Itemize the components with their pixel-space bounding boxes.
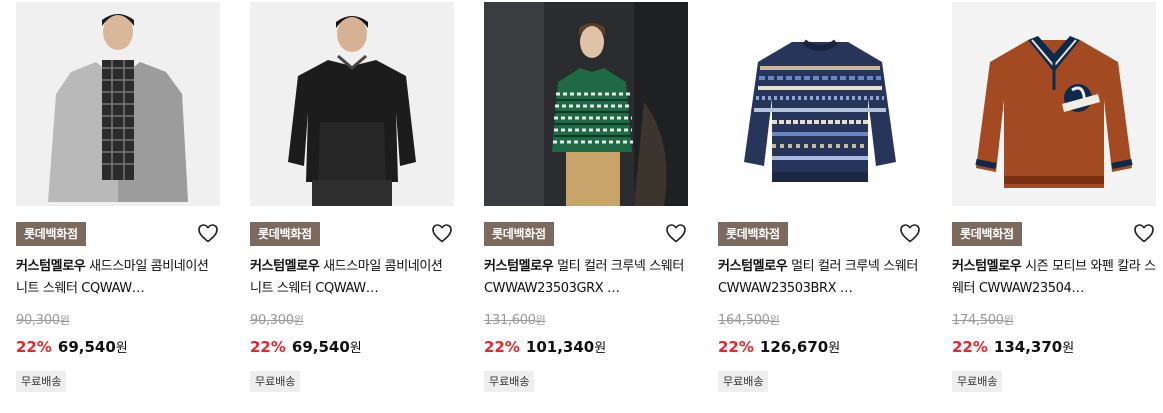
product-brand: 커스텀멜로우	[16, 259, 86, 274]
sale-price-unit: 원	[115, 341, 128, 356]
product-grid: 롯데백화점 커스텀멜로우 새드스마일 콤비네이션 니트 스웨터 CQWAW… 9…	[0, 0, 1163, 413]
sale-price-unit: 원	[828, 341, 841, 356]
product-photo-blue-striped-sweater	[718, 2, 922, 206]
heart-icon[interactable]	[430, 221, 454, 245]
store-row: 롯데백화점	[952, 221, 1156, 247]
product-photo-green-fairisle-model	[484, 2, 688, 206]
sale-price-unit: 원	[349, 341, 362, 356]
price-row: 22% 126,670원	[718, 337, 840, 356]
original-price: 90,300원	[16, 312, 70, 328]
original-price-value: 131,600	[484, 313, 536, 328]
free-shipping-badge: 무료배송	[718, 371, 769, 392]
free-shipping-badge: 무료배송	[16, 371, 67, 392]
original-price: 174,500원	[952, 312, 1014, 328]
product-image[interactable]	[484, 2, 688, 206]
heart-icon[interactable]	[1132, 221, 1156, 245]
discount-rate: 22%	[250, 338, 286, 356]
discount-rate: 22%	[952, 338, 988, 356]
discount-rate: 22%	[718, 338, 754, 356]
product-title[interactable]: 커스텀멜로우 새드스마일 콤비네이션 니트 스웨터 CQWAW…	[250, 256, 454, 300]
discount-rate: 22%	[16, 338, 52, 356]
original-price: 90,300원	[250, 312, 304, 328]
product-title[interactable]: 커스텀멜로우 멀티 컬러 크루넥 스웨터 CWWAW23503GRX …	[484, 256, 688, 300]
sale-price: 69,540	[291, 338, 350, 356]
product-brand: 커스텀멜로우	[718, 259, 788, 274]
store-row: 롯데백화점	[250, 221, 454, 247]
sale-price: 101,340	[525, 338, 595, 356]
price-row: 22% 134,370원	[952, 337, 1074, 356]
product-title[interactable]: 커스텀멜로우 멀티 컬러 크루넥 스웨터 CWWAW23503BRX …	[718, 256, 922, 300]
free-shipping-badge: 무료배송	[952, 371, 1003, 392]
product-brand: 커스텀멜로우	[250, 259, 320, 274]
free-shipping-badge: 무료배송	[250, 371, 301, 392]
store-row: 롯데백화점	[484, 221, 688, 247]
sale-price-unit: 원	[1062, 341, 1075, 356]
store-badge: 롯데백화점	[250, 222, 320, 246]
product-title[interactable]: 커스텀멜로우 시즌 모티브 와펜 칼라 스웨터 CWWAW23504…	[952, 256, 1156, 300]
original-price-unit: 원	[1003, 314, 1014, 327]
original-price-unit: 원	[769, 314, 780, 327]
product-title[interactable]: 커스텀멜로우 새드스마일 콤비네이션 니트 스웨터 CQWAW…	[16, 256, 220, 300]
product-card[interactable]: 롯데백화점 커스텀멜로우 시즌 모티브 와펜 칼라 스웨터 CWWAW23504…	[952, 0, 1156, 413]
sale-price: 126,670	[759, 338, 829, 356]
heart-icon[interactable]	[898, 221, 922, 245]
sale-price: 134,370	[993, 338, 1063, 356]
price-row: 22% 69,540원	[16, 337, 128, 356]
product-card[interactable]: 롯데백화점 커스텀멜로우 새드스마일 콤비네이션 니트 스웨터 CQWAW… 9…	[250, 0, 454, 413]
store-badge: 롯데백화점	[16, 222, 86, 246]
store-badge: 롯데백화점	[484, 222, 554, 246]
product-brand: 커스텀멜로우	[484, 259, 554, 274]
product-brand: 커스텀멜로우	[952, 259, 1022, 274]
product-card[interactable]: 롯데백화점 커스텀멜로우 새드스마일 콤비네이션 니트 스웨터 CQWAW… 9…	[16, 0, 220, 413]
original-price-unit: 원	[59, 314, 70, 327]
product-photo-orange-polo-sweater	[952, 2, 1156, 206]
sale-price: 69,540	[57, 338, 116, 356]
discount-rate: 22%	[484, 338, 520, 356]
store-badge: 롯데백화점	[718, 222, 788, 246]
store-badge: 롯데백화점	[952, 222, 1022, 246]
product-image[interactable]	[718, 2, 922, 206]
original-price-value: 90,300	[250, 313, 294, 328]
original-price: 164,500원	[718, 312, 780, 328]
original-price-value: 164,500	[718, 313, 770, 328]
product-card[interactable]: 롯데백화점 커스텀멜로우 멀티 컬러 크루넥 스웨터 CWWAW23503BRX…	[718, 0, 922, 413]
product-image[interactable]	[16, 2, 220, 206]
original-price-unit: 원	[293, 314, 304, 327]
free-shipping-badge: 무료배송	[484, 371, 535, 392]
sale-price-unit: 원	[594, 341, 607, 356]
heart-icon[interactable]	[196, 221, 220, 245]
store-row: 롯데백화점	[718, 221, 922, 247]
store-row: 롯데백화점	[16, 221, 220, 247]
original-price-unit: 원	[535, 314, 546, 327]
price-row: 22% 69,540원	[250, 337, 362, 356]
original-price-value: 174,500	[952, 313, 1004, 328]
product-card[interactable]: 롯데백화점 커스텀멜로우 멀티 컬러 크루넥 스웨터 CWWAW23503GRX…	[484, 0, 688, 413]
heart-icon[interactable]	[664, 221, 688, 245]
product-photo-gray-knit-with-scarf	[16, 2, 220, 206]
original-price-value: 90,300	[16, 313, 60, 328]
price-row: 22% 101,340원	[484, 337, 606, 356]
product-photo-black-knit	[250, 2, 454, 206]
original-price: 131,600원	[484, 312, 546, 328]
product-image[interactable]	[952, 2, 1156, 206]
product-image[interactable]	[250, 2, 454, 206]
